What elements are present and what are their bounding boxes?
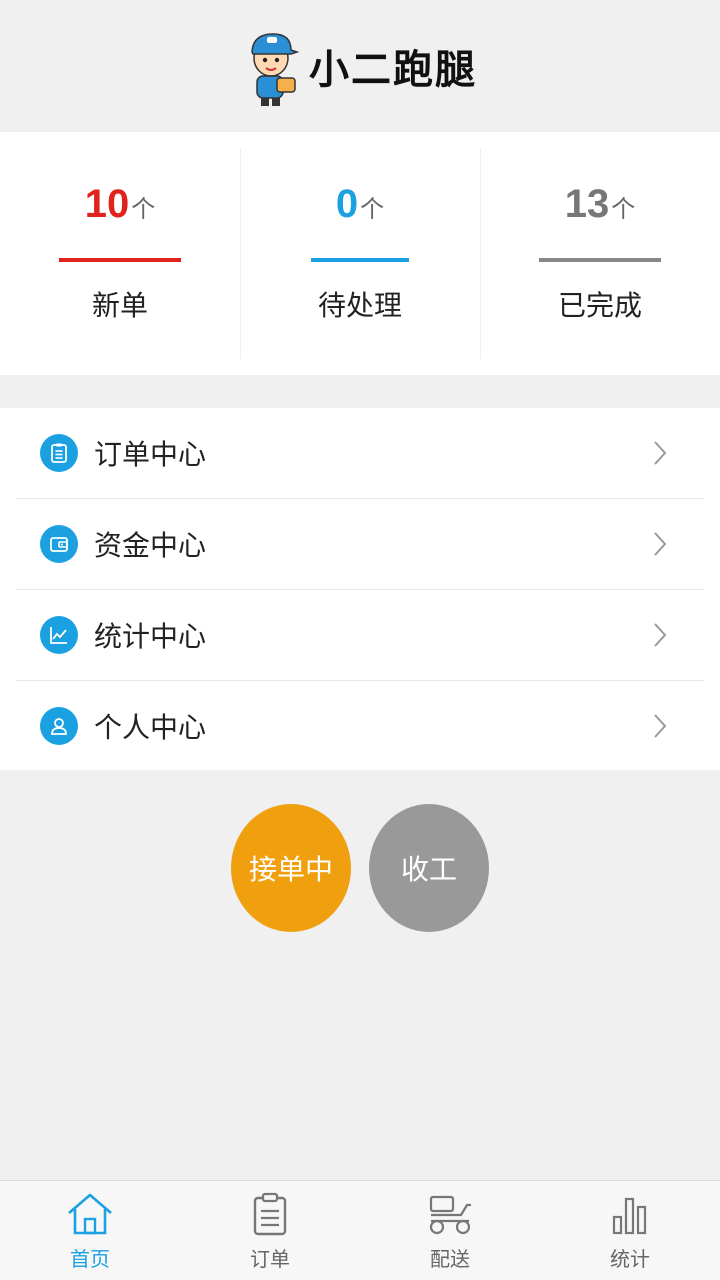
home-icon	[68, 1193, 112, 1235]
stat-number: 13	[564, 182, 610, 226]
accepting-orders-button[interactable]: 接单中	[231, 804, 351, 932]
tab-label: 首页	[70, 1247, 110, 1271]
order-stats: 10 个 新单 0 个 待处理 13 个 已完成	[0, 132, 720, 375]
app-header: 小二跑腿	[0, 0, 720, 132]
menu-item-label: 统计中心	[94, 620, 207, 653]
chevron-right-icon	[654, 713, 667, 738]
tab-label: 统计	[610, 1247, 650, 1271]
brand-title: 小二跑腿	[309, 47, 477, 93]
stop-work-button[interactable]: 收工	[369, 804, 489, 932]
stat-unit: 个	[131, 195, 156, 223]
tab-label: 订单	[250, 1247, 290, 1271]
menu-item-orders[interactable]: 订单中心	[16, 408, 704, 499]
stat-label: 新单	[91, 289, 148, 322]
work-status-controls: 接单中 收工	[0, 804, 720, 932]
scooter-icon	[429, 1195, 471, 1235]
stat-value: 10 个	[85, 182, 156, 242]
wallet-icon	[40, 525, 78, 563]
stat-value: 0 个	[336, 182, 384, 242]
stat-underline	[539, 258, 661, 262]
menu-item-label: 订单中心	[94, 438, 207, 471]
tab-label: 配送	[430, 1247, 470, 1271]
stat-number: 10	[84, 182, 130, 226]
tab-statistics[interactable]: 统计	[540, 1181, 720, 1280]
tab-home[interactable]: 首页	[0, 1181, 180, 1280]
stat-underline	[311, 258, 409, 262]
chevron-right-icon	[654, 623, 667, 647]
menu-item-label: 个人中心	[94, 710, 207, 744]
user-icon	[40, 706, 78, 745]
clipboard-icon	[253, 1192, 287, 1236]
menu-item-profile[interactable]: 个人中心	[16, 681, 704, 770]
stat-underline	[59, 258, 181, 262]
stat-value: 13 个	[565, 182, 636, 242]
stat-number: 0	[335, 182, 359, 226]
menu-item-statistics[interactable]: 统计中心	[16, 590, 704, 681]
tab-orders[interactable]: 订单	[180, 1181, 360, 1280]
clipboard-icon	[40, 434, 78, 472]
logo: 小二跑腿	[243, 24, 477, 108]
chart-icon	[40, 616, 78, 654]
stat-pending-orders[interactable]: 0 个 待处理	[240, 132, 480, 375]
stat-unit: 个	[611, 195, 636, 223]
bar-chart-icon	[612, 1197, 647, 1235]
stat-label: 已完成	[557, 289, 642, 322]
stat-label: 待处理	[317, 289, 402, 322]
chevron-right-icon	[654, 441, 667, 465]
stat-completed-orders[interactable]: 13 个 已完成	[480, 132, 720, 375]
mascot-logo-icon	[251, 33, 300, 106]
chevron-right-icon	[654, 532, 667, 556]
menu-list: 订单中心 资金中心 统计中心 个人中心	[0, 408, 720, 770]
menu-item-label: 资金中心	[94, 529, 207, 562]
stat-new-orders[interactable]: 10 个 新单	[0, 132, 240, 375]
menu-item-funds[interactable]: 资金中心	[16, 499, 704, 590]
stat-unit: 个	[360, 195, 385, 223]
tab-delivery[interactable]: 配送	[360, 1181, 540, 1280]
bottom-tab-bar: 首页 订单 配送 统计	[0, 1180, 720, 1280]
